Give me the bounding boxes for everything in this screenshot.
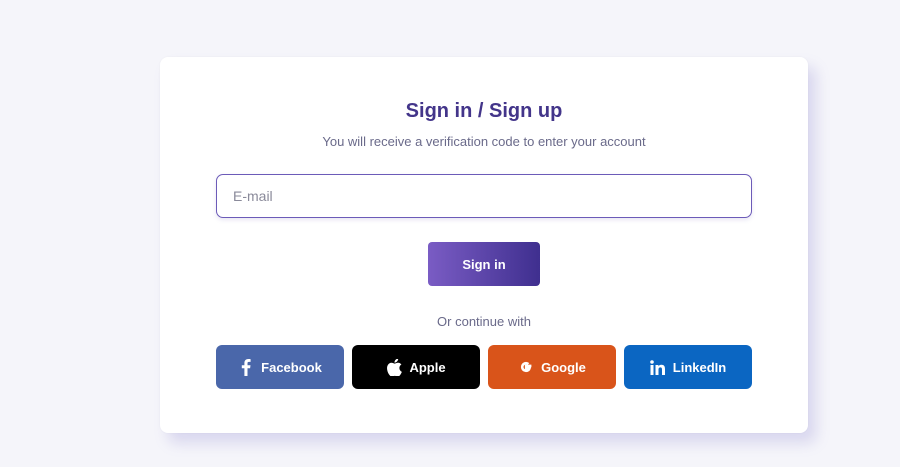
continue-with-label: Or continue with <box>437 314 531 329</box>
sign-in-button[interactable]: Sign in <box>428 242 540 286</box>
email-field[interactable] <box>216 174 752 218</box>
apple-icon <box>386 358 402 376</box>
facebook-login-button[interactable]: Facebook <box>216 345 344 389</box>
apple-label: Apple <box>409 359 446 375</box>
auth-card: Sign in / Sign up You will receive a ver… <box>160 57 808 433</box>
google-icon <box>518 358 534 376</box>
facebook-icon <box>238 358 254 376</box>
auth-title: Sign in / Sign up <box>405 100 563 122</box>
linkedin-label: LinkedIn <box>672 359 727 375</box>
social-login-row: Facebook Apple Google LinkedIn <box>216 345 752 389</box>
facebook-label: Facebook <box>261 359 322 375</box>
linkedin-icon <box>650 358 666 376</box>
google-login-button[interactable]: Google <box>488 345 616 389</box>
apple-login-button[interactable]: Apple <box>352 345 480 389</box>
auth-subtitle: You will receive a verification code to … <box>322 134 646 149</box>
linkedin-login-button[interactable]: LinkedIn <box>624 345 752 389</box>
google-label: Google <box>541 359 586 375</box>
